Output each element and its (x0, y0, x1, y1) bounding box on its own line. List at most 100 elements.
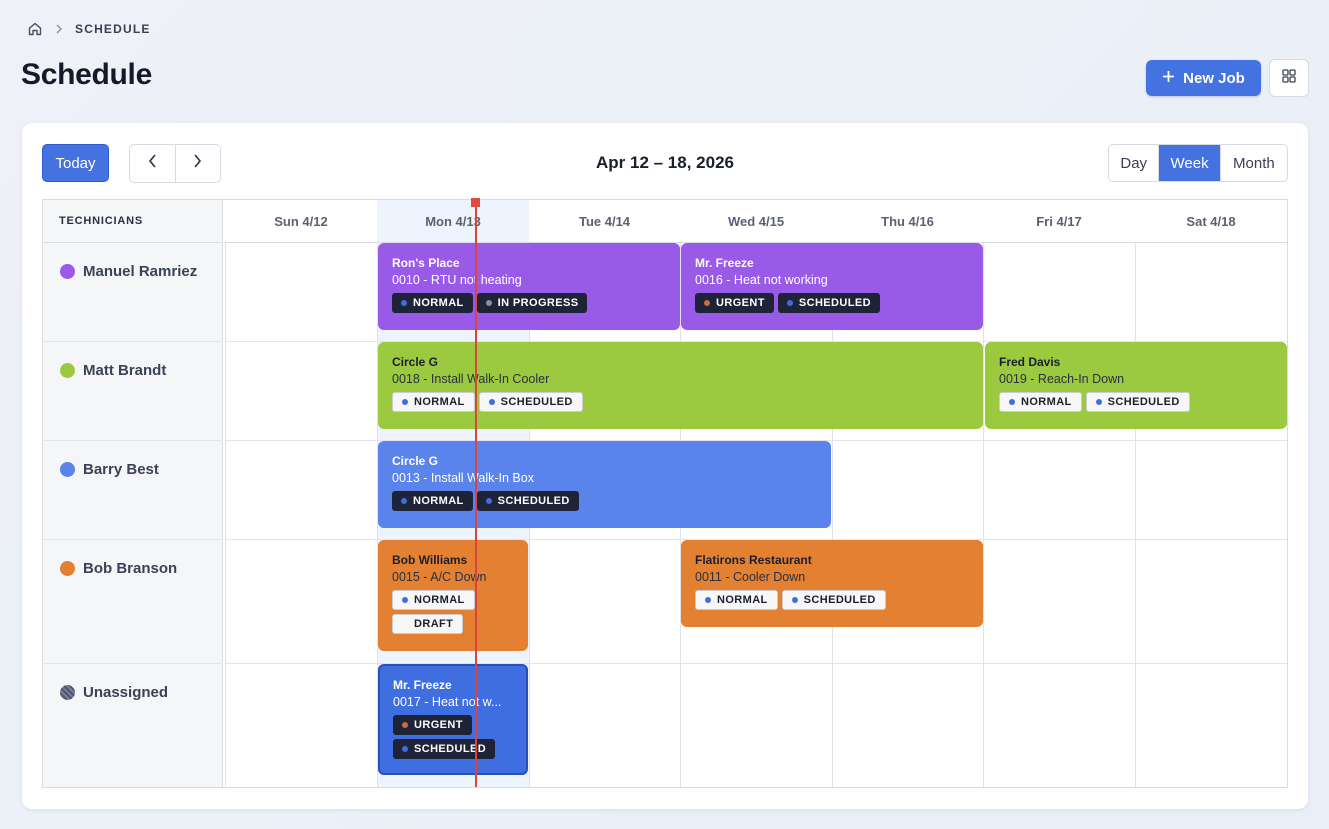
status-badge: SCHEDULED (478, 392, 583, 412)
day-header: Thu 4/16 (832, 200, 983, 243)
job-card-selected[interactable]: Mr. Freeze 0017 - Heat not w... URGENT S… (378, 664, 528, 775)
priority-badge: NORMAL (392, 590, 475, 610)
job-customer: Fred Davis (999, 355, 1061, 369)
day-header-today: Mon 4/13 (377, 200, 529, 243)
new-job-label: New Job (1183, 69, 1245, 87)
technician-name: Bob Branson (83, 560, 178, 577)
technician-name: Manuel Ramriez (83, 263, 198, 280)
job-description: 0013 - Install Walk-In Box (392, 471, 534, 485)
technician-color-dot (60, 363, 75, 378)
job-card[interactable]: Bob Williams 0015 - A/C Down NORMAL DRAF… (378, 540, 528, 651)
technician-row: Barry Best (43, 441, 223, 540)
status-badge: DRAFT (392, 614, 464, 634)
technician-row: Unassigned (43, 664, 223, 787)
day-column[interactable] (225, 243, 377, 787)
status-badge: IN PROGRESS (476, 293, 588, 313)
status-badge: SCHEDULED (393, 739, 496, 759)
status-dot (485, 300, 492, 306)
current-time-marker (471, 198, 480, 207)
technician-column: TECHNICIANS Manuel Ramriez Matt Brandt B… (43, 200, 223, 787)
job-description: 0010 - RTU not heating (392, 273, 522, 287)
day-header: Sun 4/12 (225, 200, 377, 243)
page-title: Schedule (21, 58, 152, 91)
technician-name: Unassigned (83, 684, 169, 701)
job-card[interactable]: Ron's Place 0010 - RTU not heating NORMA… (378, 243, 680, 330)
view-month-button[interactable]: Month (1219, 145, 1287, 181)
priority-dot (402, 597, 408, 603)
job-customer: Mr. Freeze (393, 678, 452, 692)
grid-view-button[interactable] (1269, 59, 1309, 97)
status-dot (786, 300, 793, 306)
status-dot (488, 399, 495, 405)
job-card[interactable]: Flatirons Restaurant 0011 - Cooler Down … (681, 540, 983, 627)
job-description: 0017 - Heat not w... (393, 695, 502, 709)
status-badge: SCHEDULED (476, 491, 579, 511)
grid-icon (1282, 68, 1296, 88)
technician-row: Matt Brandt (43, 342, 223, 441)
day-header: Fri 4/17 (983, 200, 1135, 243)
breadcrumb-current: SCHEDULE (75, 22, 151, 36)
priority-dot (704, 300, 710, 306)
status-dot (485, 498, 492, 504)
job-card[interactable]: Mr. Freeze 0016 - Heat not working URGEN… (681, 243, 983, 330)
schedule-grid: TECHNICIANS Manuel Ramriez Matt Brandt B… (42, 198, 1288, 788)
technician-row: Manuel Ramriez (43, 243, 223, 342)
technician-color-dot (60, 561, 75, 576)
status-badge: SCHEDULED (781, 590, 886, 610)
priority-dot (401, 498, 407, 504)
day-column[interactable] (983, 243, 1135, 787)
priority-badge: NORMAL (999, 392, 1082, 412)
job-description: 0011 - Cooler Down (695, 570, 806, 584)
status-dot (402, 621, 408, 627)
job-customer: Circle G (392, 454, 439, 468)
job-customer: Bob Williams (392, 553, 468, 567)
job-card[interactable]: Circle G 0013 - Install Walk-In Box NORM… (378, 441, 831, 528)
home-icon[interactable] (27, 21, 43, 37)
technician-row: Bob Branson (43, 540, 223, 664)
technician-name: Barry Best (83, 461, 159, 478)
job-description: 0019 - Reach-In Down (999, 372, 1125, 386)
status-badge: SCHEDULED (1085, 392, 1190, 412)
status-badge: SCHEDULED (777, 293, 880, 313)
status-dot (791, 597, 798, 603)
priority-dot (401, 300, 407, 306)
job-customer: Ron's Place (392, 256, 460, 270)
view-toggle: Day Week Month (1108, 144, 1288, 182)
priority-badge: URGENT (695, 293, 774, 313)
day-header: Tue 4/14 (529, 200, 680, 243)
technician-color-dot (60, 462, 75, 477)
status-dot (1095, 399, 1102, 405)
view-day-button[interactable]: Day (1109, 145, 1158, 181)
day-column[interactable] (1135, 243, 1287, 787)
schedule-card: Today Apr 12 – 18, 2026 Day Week Month T… (22, 123, 1308, 809)
priority-dot (402, 399, 408, 405)
job-customer: Circle G (392, 355, 439, 369)
priority-badge: NORMAL (392, 392, 475, 412)
unassigned-dot (60, 685, 75, 700)
job-description: 0018 - Install Walk-In Cooler (392, 372, 550, 386)
technicians-header: TECHNICIANS (43, 200, 222, 243)
priority-dot (1009, 399, 1015, 405)
priority-dot (402, 722, 408, 728)
breadcrumb: SCHEDULE (27, 21, 151, 37)
current-time-line (475, 200, 477, 787)
priority-badge: NORMAL (392, 491, 473, 511)
job-customer: Mr. Freeze (695, 256, 754, 270)
priority-badge: URGENT (393, 715, 472, 735)
priority-badge: NORMAL (392, 293, 473, 313)
job-description: 0015 - A/C Down (392, 570, 487, 584)
status-dot (402, 746, 408, 752)
priority-badge: NORMAL (695, 590, 778, 610)
chevron-right-icon (55, 24, 63, 34)
view-week-button[interactable]: Week (1158, 145, 1220, 181)
technician-color-dot (60, 264, 75, 279)
day-header: Sat 4/18 (1135, 200, 1287, 243)
plus-icon (1162, 70, 1175, 87)
job-card[interactable]: Fred Davis 0019 - Reach-In Down NORMAL S… (985, 342, 1287, 429)
new-job-button[interactable]: New Job (1146, 60, 1261, 96)
technician-name: Matt Brandt (83, 362, 167, 379)
job-customer: Flatirons Restaurant (695, 553, 812, 567)
priority-dot (705, 597, 711, 603)
job-card[interactable]: Circle G 0018 - Install Walk-In Cooler N… (378, 342, 983, 429)
job-description: 0016 - Heat not working (695, 273, 828, 287)
